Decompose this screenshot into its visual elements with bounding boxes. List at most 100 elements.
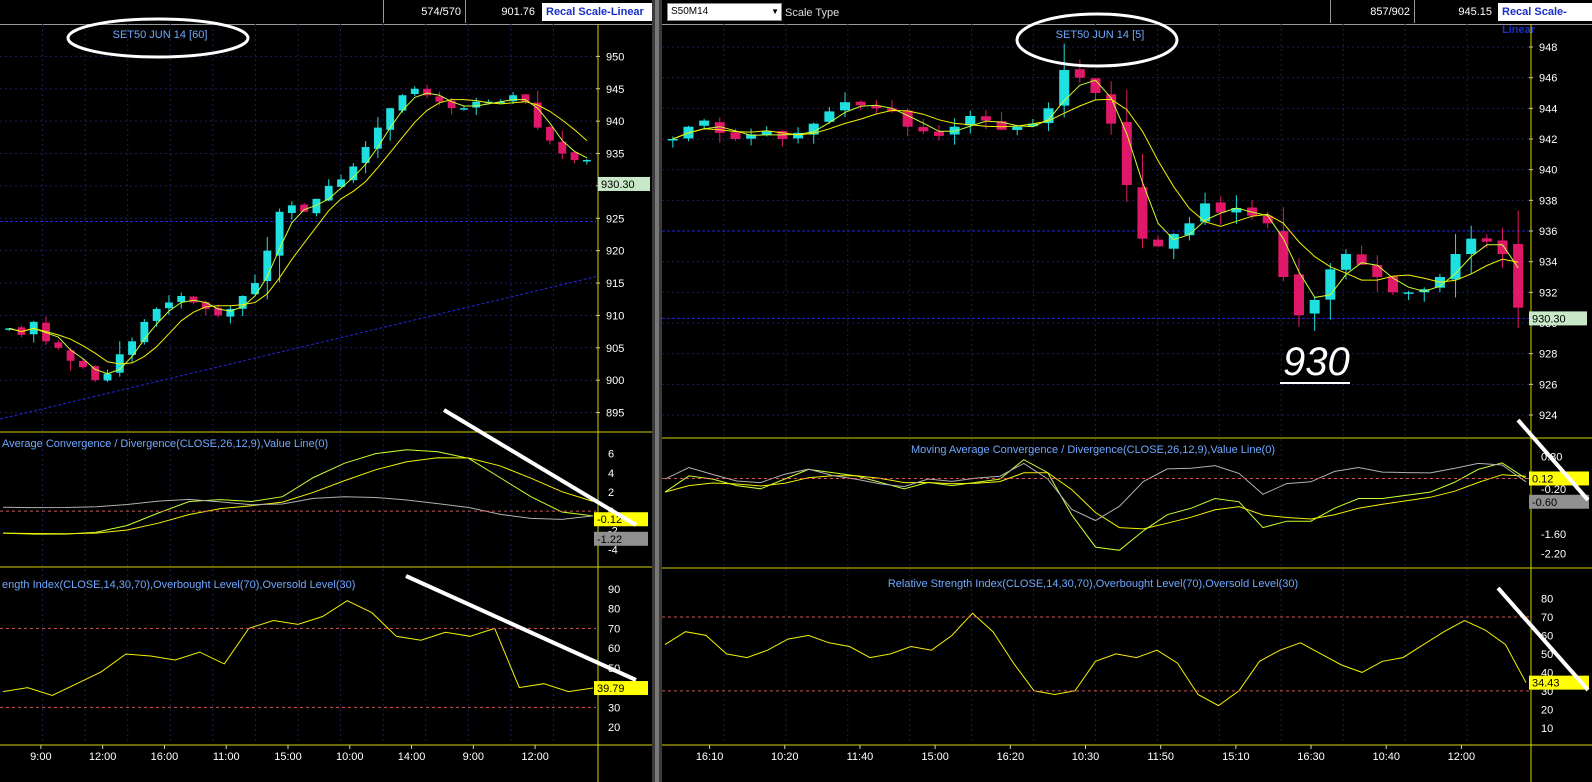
right-candle bbox=[902, 110, 913, 127]
left-macd-label: Average Convergence / Divergence(CLOSE,2… bbox=[2, 438, 328, 450]
left-candle bbox=[103, 373, 112, 381]
right-time-label: 16:30 bbox=[1297, 751, 1325, 763]
right-candle bbox=[1340, 254, 1351, 270]
left-price-tick-label: 895 bbox=[606, 408, 624, 420]
right-candle bbox=[980, 116, 991, 121]
right-rsi-label: Relative Strength Index(CLOSE,14,30,70),… bbox=[888, 578, 1298, 590]
left-price-tick-label: 935 bbox=[606, 149, 624, 161]
left-candle bbox=[152, 308, 161, 321]
right-price-tick-label: 940 bbox=[1539, 165, 1557, 177]
right-rsi-tick-label: 70 bbox=[1541, 612, 1553, 624]
right-candle bbox=[1137, 187, 1148, 239]
right-price-tick-label: 946 bbox=[1539, 73, 1557, 85]
right-candle bbox=[1481, 238, 1492, 242]
left-time-label: 12:00 bbox=[521, 751, 549, 763]
left-candle bbox=[189, 296, 198, 303]
left-candle bbox=[546, 126, 554, 141]
right-candle bbox=[1387, 276, 1398, 293]
left-time-label: 14:00 bbox=[398, 751, 426, 763]
right-candle bbox=[761, 131, 772, 135]
left-time-label: 9:00 bbox=[463, 751, 484, 763]
right-candle bbox=[1497, 240, 1508, 254]
right-price-tick-label: 942 bbox=[1539, 134, 1557, 146]
right-candle bbox=[1153, 239, 1164, 247]
chart-canvas: 950 945 940 935 930 925 920 915 910 905 900 895 930.… bbox=[0, 0, 1592, 782]
right-candle bbox=[667, 139, 678, 141]
right-time-label: 11:50 bbox=[1147, 751, 1174, 763]
left-candle bbox=[410, 88, 419, 94]
left-candle bbox=[373, 127, 382, 149]
left-rsi-tick-label: 20 bbox=[608, 722, 620, 734]
right-time-label: 10:40 bbox=[1372, 751, 1400, 763]
left-rsi-tick-label: 80 bbox=[608, 604, 620, 616]
right-rsi-tick-label: 10 bbox=[1541, 723, 1553, 735]
left-candle bbox=[177, 296, 186, 302]
left-price-tick-label: 910 bbox=[606, 310, 624, 322]
right-candle bbox=[933, 131, 944, 136]
right-candle bbox=[1450, 254, 1461, 280]
left-price-tick-label: 940 bbox=[606, 116, 624, 128]
right-price-tick-label: 932 bbox=[1539, 287, 1557, 299]
left-candle bbox=[386, 108, 395, 130]
left-candle bbox=[582, 160, 591, 162]
right-price-tick-label: 928 bbox=[1539, 349, 1557, 361]
left-candle bbox=[460, 108, 468, 110]
right-time-label: 10:20 bbox=[771, 751, 799, 763]
left-candle bbox=[54, 342, 63, 348]
right-candle bbox=[1513, 244, 1524, 308]
right-price-tick-label: 944 bbox=[1539, 103, 1557, 115]
right-candle bbox=[840, 102, 851, 111]
left-time-label: 15:00 bbox=[274, 751, 302, 763]
right-time-label: 15:00 bbox=[921, 751, 949, 763]
left-chart-title: SET50 JUN 14 [60] bbox=[113, 29, 208, 41]
right-macd-tick-label: -1.60 bbox=[1541, 529, 1566, 541]
right-price-tick-label: 948 bbox=[1539, 42, 1557, 54]
left-rsi-label: ength Index(CLOSE,14,30,70),Overbought L… bbox=[2, 579, 355, 591]
right-time-label: 15:10 bbox=[1222, 751, 1250, 763]
right-rsi-tag: 34.43 bbox=[1532, 678, 1560, 690]
left-macd-tick-label: 6 bbox=[608, 449, 614, 461]
right-price-tick-label: 934 bbox=[1539, 257, 1557, 269]
right-price-tick-label: 924 bbox=[1539, 410, 1557, 422]
left-price-tick-label: 900 bbox=[606, 375, 624, 387]
left-macd-tick-label: -4 bbox=[608, 544, 618, 556]
left-price-tick-label: 945 bbox=[606, 84, 624, 96]
left-macd-tick-label: 2 bbox=[608, 487, 614, 499]
right-candle bbox=[1121, 121, 1132, 185]
splitter-handle bbox=[655, 0, 659, 782]
right-time-label: 11:40 bbox=[847, 751, 874, 763]
left-candle bbox=[570, 152, 579, 160]
right-price-tick-label: 936 bbox=[1539, 226, 1557, 238]
left-candle bbox=[349, 166, 358, 181]
right-rsi-tick-label: 80 bbox=[1541, 593, 1553, 605]
left-time-label: 9:00 bbox=[30, 751, 51, 763]
left-time-label: 11:00 bbox=[213, 751, 240, 763]
left-candle bbox=[521, 94, 530, 102]
right-time-label: 16:10 bbox=[696, 751, 724, 763]
right-candle bbox=[1184, 223, 1195, 236]
right-candle bbox=[1215, 202, 1226, 213]
left-rsi-tick-label: 60 bbox=[608, 643, 620, 655]
right-candle bbox=[1403, 292, 1414, 294]
right-candle bbox=[730, 132, 741, 139]
left-candle bbox=[398, 95, 407, 111]
right-rsi-tick-label: 20 bbox=[1541, 704, 1553, 716]
right-candle bbox=[1012, 126, 1023, 130]
right-candle bbox=[1372, 265, 1383, 277]
left-rsi-tick-label: 90 bbox=[608, 584, 620, 596]
left-price-tick-label: 905 bbox=[606, 343, 624, 355]
left-rsi-tag: 39.79 bbox=[597, 683, 625, 695]
right-time-label: 16:20 bbox=[997, 751, 1025, 763]
right-time-label: 12:00 bbox=[1448, 751, 1476, 763]
left-macd-tag-gray: -1.22 bbox=[597, 534, 622, 546]
left-candle bbox=[472, 101, 481, 108]
price-annotation-930: 930 bbox=[1283, 340, 1350, 384]
left-candle bbox=[78, 360, 87, 368]
right-macd-tick-label: -0.20 bbox=[1541, 484, 1566, 496]
right-candle bbox=[918, 127, 929, 132]
right-price-tick-label: 938 bbox=[1539, 195, 1557, 207]
right-candle bbox=[1466, 238, 1477, 255]
right-candle bbox=[1309, 300, 1320, 314]
left-last-price-tag: 930.30 bbox=[601, 179, 635, 191]
left-candle bbox=[287, 205, 296, 214]
